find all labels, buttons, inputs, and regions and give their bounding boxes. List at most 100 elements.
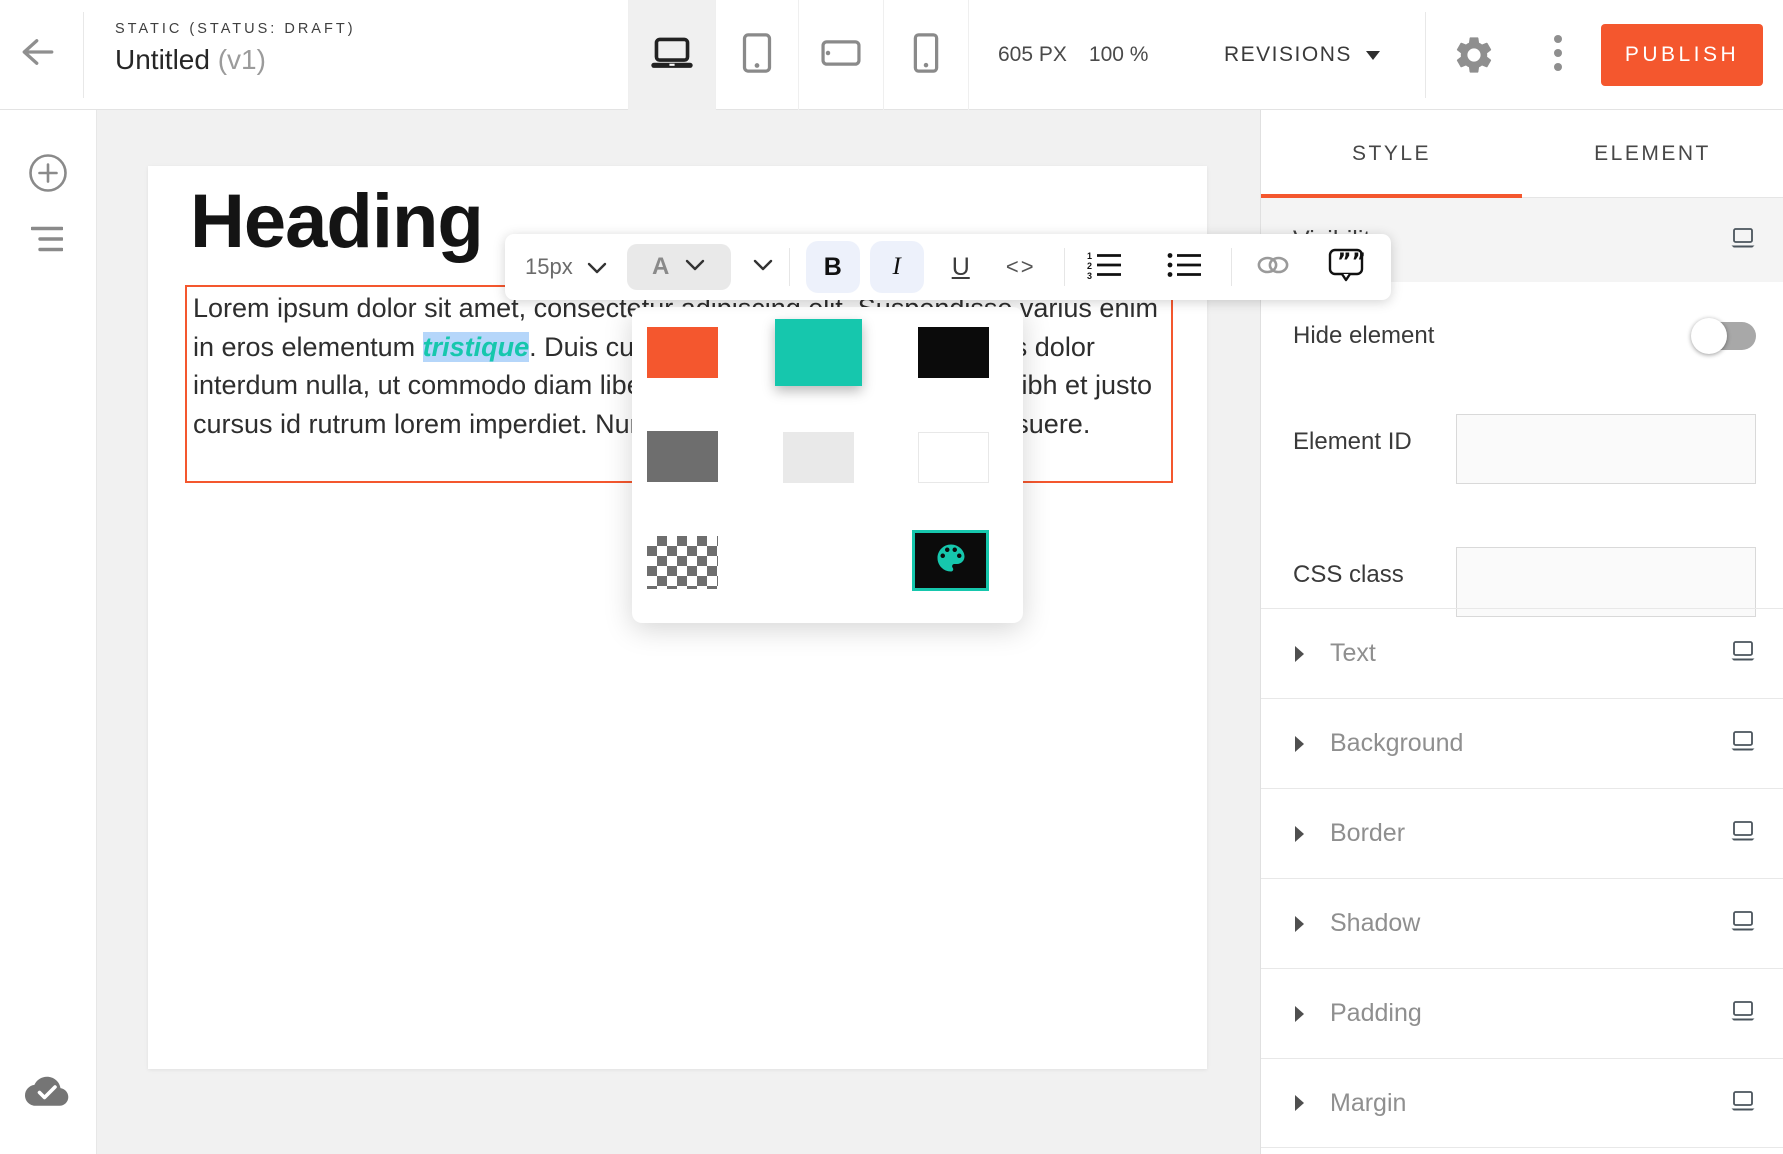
chevron-down-icon <box>1366 51 1380 60</box>
color-swatch-custom[interactable] <box>912 530 989 591</box>
svg-text:””: ”” <box>1337 250 1364 275</box>
text-format-toolbar: 15px A B I U <> 123 ”” <box>505 234 1391 300</box>
panel-tab-bar: STYLE ELEMENT <box>1261 110 1783 198</box>
section-padding[interactable]: Padding <box>1261 968 1783 1058</box>
underline-button[interactable]: U <box>934 241 988 293</box>
italic-button[interactable]: I <box>870 241 924 293</box>
section-label: Background <box>1330 729 1730 758</box>
section-shadow[interactable]: Shadow <box>1261 878 1783 968</box>
monitor-icon[interactable] <box>1730 640 1756 667</box>
ordered-list-button[interactable]: 123 <box>1087 251 1123 284</box>
topbar-divider <box>83 12 84 98</box>
link-button[interactable] <box>1256 254 1290 281</box>
monitor-icon[interactable] <box>1730 1000 1756 1027</box>
section-background[interactable]: Background <box>1261 698 1783 788</box>
section-label: Padding <box>1330 999 1730 1028</box>
svg-text:3: 3 <box>1087 271 1092 279</box>
section-text[interactable]: Text <box>1261 608 1783 698</box>
css-class-label: CSS class <box>1293 561 1404 589</box>
document-title-block: STATIC (STATUS: DRAFT) Untitled (v1) <box>115 21 356 76</box>
element-id-input[interactable] <box>1456 414 1756 484</box>
cloud-check-icon <box>24 1095 70 1112</box>
monitor-icon[interactable] <box>1730 910 1756 937</box>
outline-button[interactable] <box>31 224 63 259</box>
bullet-list-button[interactable] <box>1167 251 1203 284</box>
element-id-label: Element ID <box>1293 428 1412 456</box>
code-button[interactable]: <> <box>994 241 1048 293</box>
autosave-status <box>24 1074 70 1113</box>
revisions-dropdown[interactable]: REVISIONS <box>1224 0 1380 110</box>
tab-element[interactable]: ELEMENT <box>1522 110 1783 198</box>
svg-text:2: 2 <box>1087 261 1092 271</box>
toggle-knob <box>1691 318 1727 354</box>
hide-element-toggle[interactable] <box>1694 322 1756 350</box>
link-icon <box>1256 254 1290 281</box>
color-swatch-teal[interactable] <box>775 319 862 386</box>
palette-icon <box>933 540 969 581</box>
section-label: Text <box>1330 639 1730 668</box>
highlighted-word[interactable]: tristique <box>423 332 530 362</box>
chevron-right-icon <box>1295 1095 1304 1111</box>
monitor-icon[interactable] <box>1730 730 1756 757</box>
phone-landscape-preview-button[interactable] <box>798 0 883 110</box>
publish-button[interactable]: PUBLISH <box>1601 24 1763 86</box>
desktop-preview-button[interactable] <box>628 0 715 110</box>
plus-circle-icon <box>27 181 69 198</box>
section-border[interactable]: Border <box>1261 788 1783 878</box>
chevron-down-icon <box>587 254 607 280</box>
monitor-icon[interactable] <box>1730 1090 1756 1117</box>
ordered-list-icon: 123 <box>1087 251 1123 284</box>
section-margin[interactable]: Margin <box>1261 1058 1783 1148</box>
bullet-list-icon <box>1167 251 1203 284</box>
kebab-menu-icon <box>1552 31 1564 80</box>
top-bar: STATIC (STATUS: DRAFT) Untitled (v1) 605… <box>0 0 1783 110</box>
add-element-button[interactable] <box>27 152 69 199</box>
highlight-color-dropdown[interactable] <box>753 258 773 276</box>
settings-button[interactable] <box>1452 33 1496 77</box>
tab-style[interactable]: STYLE <box>1261 110 1522 198</box>
hide-element-row: Hide element <box>1293 310 1756 362</box>
chevron-right-icon <box>1295 826 1304 842</box>
toolbar-divider <box>1064 248 1065 286</box>
css-class-input[interactable] <box>1456 547 1756 617</box>
color-swatch-white[interactable] <box>918 432 989 483</box>
color-picker-popup <box>632 307 1023 623</box>
phone-preview-button[interactable] <box>883 0 969 110</box>
text-color-label: A <box>652 253 669 281</box>
quote-button[interactable]: ”” <box>1328 248 1364 287</box>
color-swatch-light-gray[interactable] <box>783 432 854 483</box>
section-label: Shadow <box>1330 909 1730 938</box>
color-swatch-black[interactable] <box>918 327 989 378</box>
bold-button[interactable]: B <box>806 241 860 293</box>
font-size-dropdown[interactable]: 15px <box>525 254 607 280</box>
monitor-icon[interactable] <box>1730 227 1756 254</box>
monitor-icon[interactable] <box>1730 820 1756 847</box>
document-title: Untitled (v1) <box>115 44 356 76</box>
chevron-right-icon <box>1295 1006 1304 1022</box>
color-swatch-orange[interactable] <box>647 327 718 378</box>
svg-text:1: 1 <box>1087 251 1092 261</box>
more-options-button[interactable] <box>1543 30 1573 80</box>
revisions-label: REVISIONS <box>1224 43 1352 67</box>
viewport-width-value: 605 PX <box>998 43 1067 67</box>
toolbar-divider <box>1231 248 1232 286</box>
canvas-heading-text[interactable]: Heading <box>190 178 483 265</box>
chevron-down-icon <box>685 258 705 276</box>
viewport-zoom-info: 605 PX 100 % <box>998 0 1148 110</box>
section-label: Margin <box>1330 1089 1730 1118</box>
gear-icon <box>1452 64 1496 81</box>
left-sidebar <box>0 110 97 1154</box>
text-color-dropdown[interactable]: A <box>627 244 731 290</box>
tablet-icon <box>742 33 772 78</box>
color-swatch-transparent[interactable] <box>647 536 718 589</box>
back-button[interactable] <box>18 32 70 78</box>
chevron-right-icon <box>1295 736 1304 752</box>
color-swatch-dark-gray[interactable] <box>647 431 718 482</box>
quote-bubble-icon: ”” <box>1328 248 1364 287</box>
tablet-preview-button[interactable] <box>715 0 798 110</box>
zoom-level-value: 100 % <box>1089 43 1149 67</box>
toolbar-divider <box>789 248 790 286</box>
phone-landscape-icon <box>821 40 861 71</box>
document-version: (v1) <box>218 44 266 75</box>
chevron-right-icon <box>1295 916 1304 932</box>
